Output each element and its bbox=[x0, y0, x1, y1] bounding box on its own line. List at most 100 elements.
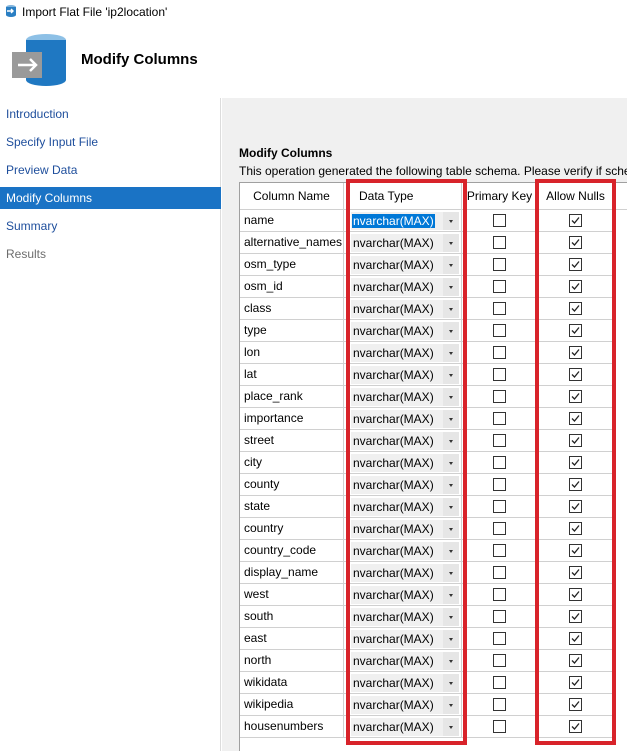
allow-nulls-checkbox[interactable] bbox=[569, 324, 582, 337]
table-row[interactable]: lat nvarchar(MAX) bbox=[240, 364, 627, 386]
primary-key-checkbox[interactable] bbox=[493, 566, 506, 579]
column-header-allow-nulls[interactable]: Allow Nulls bbox=[538, 183, 614, 210]
allow-nulls-checkbox[interactable] bbox=[569, 544, 582, 557]
data-type-dropdown[interactable]: nvarchar(MAX) bbox=[351, 212, 459, 230]
chevron-down-icon[interactable] bbox=[443, 564, 459, 582]
primary-key-checkbox[interactable] bbox=[493, 368, 506, 381]
table-row[interactable]: street nvarchar(MAX) bbox=[240, 430, 627, 452]
data-type-dropdown[interactable]: nvarchar(MAX) bbox=[351, 366, 459, 384]
data-type-dropdown[interactable]: nvarchar(MAX) bbox=[351, 652, 459, 670]
table-row[interactable]: osm_id nvarchar(MAX) bbox=[240, 276, 627, 298]
data-type-dropdown[interactable]: nvarchar(MAX) bbox=[351, 586, 459, 604]
column-name-cell[interactable]: osm_id bbox=[240, 276, 344, 298]
allow-nulls-checkbox[interactable] bbox=[569, 566, 582, 579]
table-row[interactable]: state nvarchar(MAX) bbox=[240, 496, 627, 518]
primary-key-checkbox[interactable] bbox=[493, 500, 506, 513]
column-name-cell[interactable]: street bbox=[240, 430, 344, 452]
allow-nulls-checkbox[interactable] bbox=[569, 654, 582, 667]
allow-nulls-checkbox[interactable] bbox=[569, 720, 582, 733]
column-name-cell[interactable]: county bbox=[240, 474, 344, 496]
chevron-down-icon[interactable] bbox=[443, 476, 459, 494]
table-row[interactable]: west nvarchar(MAX) bbox=[240, 584, 627, 606]
allow-nulls-checkbox[interactable] bbox=[569, 522, 582, 535]
nav-item-specify-input-file[interactable]: Specify Input File bbox=[0, 131, 221, 153]
allow-nulls-checkbox[interactable] bbox=[569, 500, 582, 513]
schema-grid[interactable]: Column Name Data Type Primary Key Allow … bbox=[239, 182, 627, 751]
nav-item-preview-data[interactable]: Preview Data bbox=[0, 159, 221, 181]
table-row[interactable]: name nvarchar(MAX) bbox=[240, 210, 627, 232]
chevron-down-icon[interactable] bbox=[443, 630, 459, 648]
table-row[interactable]: country nvarchar(MAX) bbox=[240, 518, 627, 540]
primary-key-checkbox[interactable] bbox=[493, 302, 506, 315]
allow-nulls-checkbox[interactable] bbox=[569, 478, 582, 491]
chevron-down-icon[interactable] bbox=[443, 520, 459, 538]
table-row[interactable]: lon nvarchar(MAX) bbox=[240, 342, 627, 364]
primary-key-checkbox[interactable] bbox=[493, 258, 506, 271]
allow-nulls-checkbox[interactable] bbox=[569, 390, 582, 403]
allow-nulls-checkbox[interactable] bbox=[569, 610, 582, 623]
allow-nulls-checkbox[interactable] bbox=[569, 676, 582, 689]
chevron-down-icon[interactable] bbox=[443, 212, 459, 230]
table-row[interactable]: display_name nvarchar(MAX) bbox=[240, 562, 627, 584]
column-header-name[interactable]: Column Name bbox=[240, 183, 344, 210]
allow-nulls-checkbox[interactable] bbox=[569, 412, 582, 425]
data-type-dropdown[interactable]: nvarchar(MAX) bbox=[351, 256, 459, 274]
column-name-cell[interactable]: housenumbers bbox=[240, 716, 344, 738]
column-name-cell[interactable]: lon bbox=[240, 342, 344, 364]
primary-key-checkbox[interactable] bbox=[493, 720, 506, 733]
column-name-cell[interactable]: name bbox=[240, 210, 344, 232]
column-name-cell[interactable]: south bbox=[240, 606, 344, 628]
primary-key-checkbox[interactable] bbox=[493, 632, 506, 645]
chevron-down-icon[interactable] bbox=[443, 300, 459, 318]
allow-nulls-checkbox[interactable] bbox=[569, 588, 582, 601]
data-type-dropdown[interactable]: nvarchar(MAX) bbox=[351, 718, 459, 736]
chevron-down-icon[interactable] bbox=[443, 542, 459, 560]
primary-key-checkbox[interactable] bbox=[493, 214, 506, 227]
allow-nulls-checkbox[interactable] bbox=[569, 698, 582, 711]
allow-nulls-checkbox[interactable] bbox=[569, 214, 582, 227]
data-type-dropdown[interactable]: nvarchar(MAX) bbox=[351, 608, 459, 626]
primary-key-checkbox[interactable] bbox=[493, 412, 506, 425]
column-name-cell[interactable]: country_code bbox=[240, 540, 344, 562]
table-row[interactable]: type nvarchar(MAX) bbox=[240, 320, 627, 342]
data-type-dropdown[interactable]: nvarchar(MAX) bbox=[351, 542, 459, 560]
primary-key-checkbox[interactable] bbox=[493, 610, 506, 623]
primary-key-checkbox[interactable] bbox=[493, 280, 506, 293]
column-name-cell[interactable]: city bbox=[240, 452, 344, 474]
chevron-down-icon[interactable] bbox=[443, 366, 459, 384]
chevron-down-icon[interactable] bbox=[443, 388, 459, 406]
chevron-down-icon[interactable] bbox=[443, 410, 459, 428]
column-name-cell[interactable]: alternative_names bbox=[240, 232, 344, 254]
table-row[interactable]: south nvarchar(MAX) bbox=[240, 606, 627, 628]
column-name-cell[interactable]: place_rank bbox=[240, 386, 344, 408]
table-row[interactable]: county nvarchar(MAX) bbox=[240, 474, 627, 496]
data-type-dropdown[interactable]: nvarchar(MAX) bbox=[351, 564, 459, 582]
primary-key-checkbox[interactable] bbox=[493, 522, 506, 535]
chevron-down-icon[interactable] bbox=[443, 652, 459, 670]
allow-nulls-checkbox[interactable] bbox=[569, 346, 582, 359]
chevron-down-icon[interactable] bbox=[443, 608, 459, 626]
table-row[interactable]: importance nvarchar(MAX) bbox=[240, 408, 627, 430]
data-type-dropdown[interactable]: nvarchar(MAX) bbox=[351, 454, 459, 472]
table-row[interactable]: osm_type nvarchar(MAX) bbox=[240, 254, 627, 276]
data-type-dropdown[interactable]: nvarchar(MAX) bbox=[351, 344, 459, 362]
data-type-dropdown[interactable]: nvarchar(MAX) bbox=[351, 674, 459, 692]
chevron-down-icon[interactable] bbox=[443, 696, 459, 714]
column-name-cell[interactable]: osm_type bbox=[240, 254, 344, 276]
primary-key-checkbox[interactable] bbox=[493, 390, 506, 403]
primary-key-checkbox[interactable] bbox=[493, 324, 506, 337]
table-row[interactable]: class nvarchar(MAX) bbox=[240, 298, 627, 320]
data-type-dropdown[interactable]: nvarchar(MAX) bbox=[351, 520, 459, 538]
data-type-dropdown[interactable]: nvarchar(MAX) bbox=[351, 432, 459, 450]
allow-nulls-checkbox[interactable] bbox=[569, 632, 582, 645]
primary-key-checkbox[interactable] bbox=[493, 588, 506, 601]
data-type-dropdown[interactable]: nvarchar(MAX) bbox=[351, 630, 459, 648]
chevron-down-icon[interactable] bbox=[443, 344, 459, 362]
table-row[interactable]: north nvarchar(MAX) bbox=[240, 650, 627, 672]
chevron-down-icon[interactable] bbox=[443, 278, 459, 296]
data-type-dropdown[interactable]: nvarchar(MAX) bbox=[351, 278, 459, 296]
table-row[interactable]: wikidata nvarchar(MAX) bbox=[240, 672, 627, 694]
table-row[interactable]: city nvarchar(MAX) bbox=[240, 452, 627, 474]
data-type-dropdown[interactable]: nvarchar(MAX) bbox=[351, 696, 459, 714]
chevron-down-icon[interactable] bbox=[443, 432, 459, 450]
